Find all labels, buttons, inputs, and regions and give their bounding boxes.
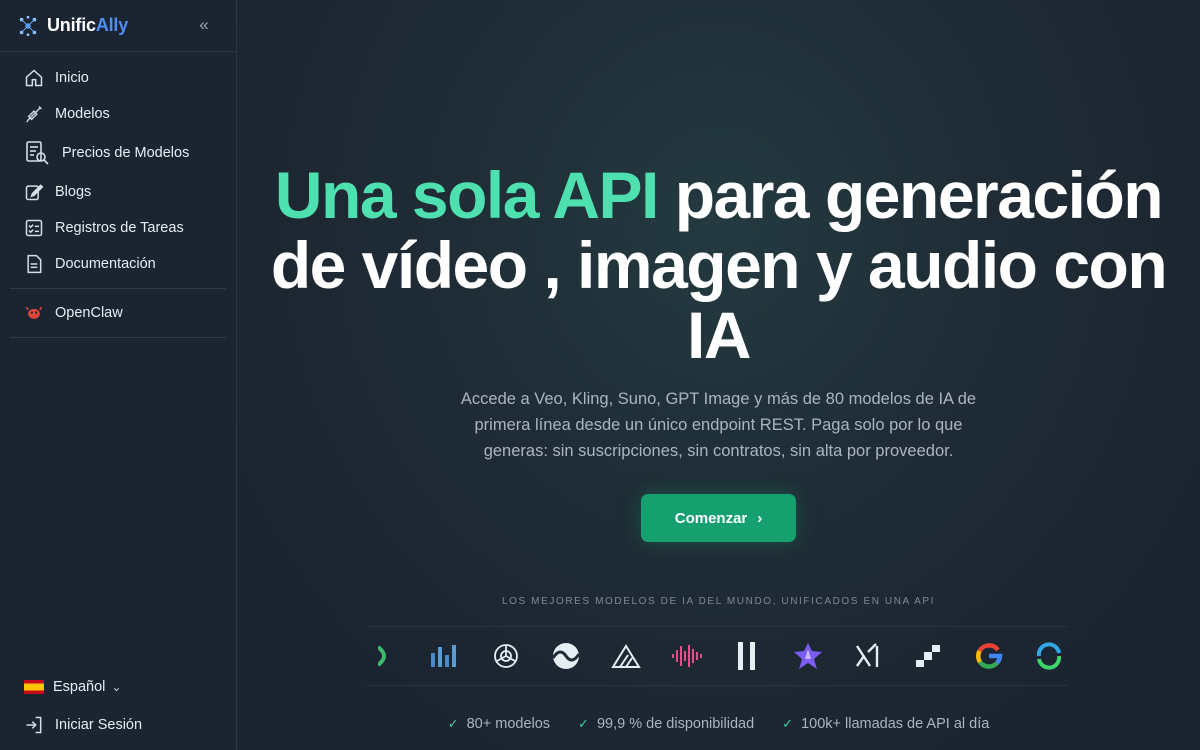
sidebar-item-label: Blogs	[55, 184, 92, 200]
login-label: Iniciar Sesión	[55, 717, 143, 733]
brand-logo-icon[interactable]	[17, 15, 39, 37]
main-content: Una sola API para generación de vídeo , …	[237, 0, 1200, 750]
sidebar-divider	[10, 288, 226, 289]
language-label: Español	[53, 679, 106, 695]
hero-title-accent: Una sola API	[274, 158, 660, 232]
sidebar-item-label: Inicio	[55, 70, 89, 86]
xai-logo-icon	[850, 638, 886, 674]
document-icon	[24, 254, 44, 274]
login-button[interactable]: Iniciar Sesión	[0, 705, 236, 745]
stats-bar: ✓ 80+ modelos ✓ 99,9 % de disponibilidad ✓…	[237, 716, 1200, 732]
lobster-icon	[24, 303, 44, 323]
sidebar-item-documentacion[interactable]: Documentación	[0, 246, 236, 282]
sidebar-item-precios[interactable]: Precios de Modelos	[0, 132, 236, 174]
sidebar-item-label: Registros de Tareas	[55, 220, 184, 236]
brand-header: UnificAlly «	[0, 0, 236, 52]
hero-title-line2: de vídeo , imagen y audio con	[270, 228, 1168, 302]
sidebar-item-openclaw[interactable]: OpenClaw	[0, 295, 236, 331]
sidebar-divider	[10, 337, 226, 338]
sidebar-item-inicio[interactable]: Inicio	[0, 60, 236, 96]
sidebar-item-label: Documentación	[55, 256, 156, 272]
provider-logos-strip	[367, 626, 1067, 686]
sidebar-item-label: Modelos	[55, 106, 110, 122]
sidebar-item-label: Precios de Modelos	[62, 145, 190, 161]
sidebar-item-label: OpenClaw	[55, 305, 123, 321]
check-icon: ✓	[782, 716, 794, 731]
language-selector[interactable]: Español ⌄	[0, 669, 236, 705]
brand-name[interactable]: UnificAlly	[47, 15, 128, 36]
partial-logo-icon	[367, 638, 403, 674]
triangle-logo-icon	[608, 638, 644, 674]
stat-item: ✓ 80+ modelos	[448, 716, 550, 732]
stat-item: ✓ 99,9 % de disponibilidad	[578, 716, 754, 732]
task-list-icon	[24, 218, 44, 238]
pixel-steps-logo-icon	[910, 638, 946, 674]
sound-wave-logo-icon	[669, 638, 705, 674]
start-button-label: Comenzar	[674, 509, 748, 527]
sidebar: UnificAlly « Inicio Modelos Precios de M…	[0, 0, 237, 750]
spain-flag-icon	[24, 680, 44, 694]
brand-name-part1: Unific	[47, 15, 96, 35]
price-search-icon	[24, 140, 50, 166]
pause-bars-logo-icon	[729, 638, 765, 674]
stat-label: 80+ modelos	[466, 716, 551, 732]
chevron-down-icon: ⌄	[111, 680, 122, 694]
bars-chart-logo-icon	[427, 638, 463, 674]
star-logo-icon	[790, 638, 826, 674]
sidebar-nav: Inicio Modelos Precios de Modelos Blogs …	[0, 52, 236, 338]
sidebar-footer: Español ⌄ Iniciar Sesión	[0, 669, 236, 750]
sidebar-item-registros[interactable]: Registros de Tareas	[0, 210, 236, 246]
google-logo-icon	[971, 638, 1007, 674]
hero-subtitle: Accede a Veo, Kling, Suno, GPT Image y m…	[460, 390, 977, 460]
ring-logo-icon	[1031, 638, 1067, 674]
edit-icon	[24, 182, 44, 202]
sidebar-item-modelos[interactable]: Modelos	[0, 96, 236, 132]
hero-title: Una sola API para generación de vídeo , …	[237, 160, 1200, 370]
brand-name-part2: Ally	[95, 15, 129, 35]
stat-label: 99,9 % de disponibilidad	[596, 716, 755, 732]
openai-logo-icon	[488, 638, 524, 674]
hero-title-line3: IA	[687, 298, 752, 372]
syringe-icon	[24, 104, 44, 124]
login-icon	[24, 715, 44, 735]
hero-title-part1: para generación	[657, 158, 1164, 232]
stat-item: ✓ 100k+ llamadas de API al día	[782, 716, 989, 732]
stat-label: 100k+ llamadas de API al día	[801, 716, 990, 732]
wave-logo-icon	[548, 638, 584, 674]
check-icon: ✓	[447, 716, 459, 731]
providers-tagline: LOS MEJORES MODELOS DE IA DEL MUNDO, UNI…	[501, 596, 936, 607]
sidebar-item-blogs[interactable]: Blogs	[0, 174, 236, 210]
check-icon: ✓	[578, 716, 589, 731]
home-icon	[24, 68, 44, 88]
collapse-sidebar-icon[interactable]: «	[194, 15, 214, 35]
chevron-right-icon: ›	[757, 509, 763, 527]
start-button[interactable]: Comenzar ›	[641, 494, 796, 542]
